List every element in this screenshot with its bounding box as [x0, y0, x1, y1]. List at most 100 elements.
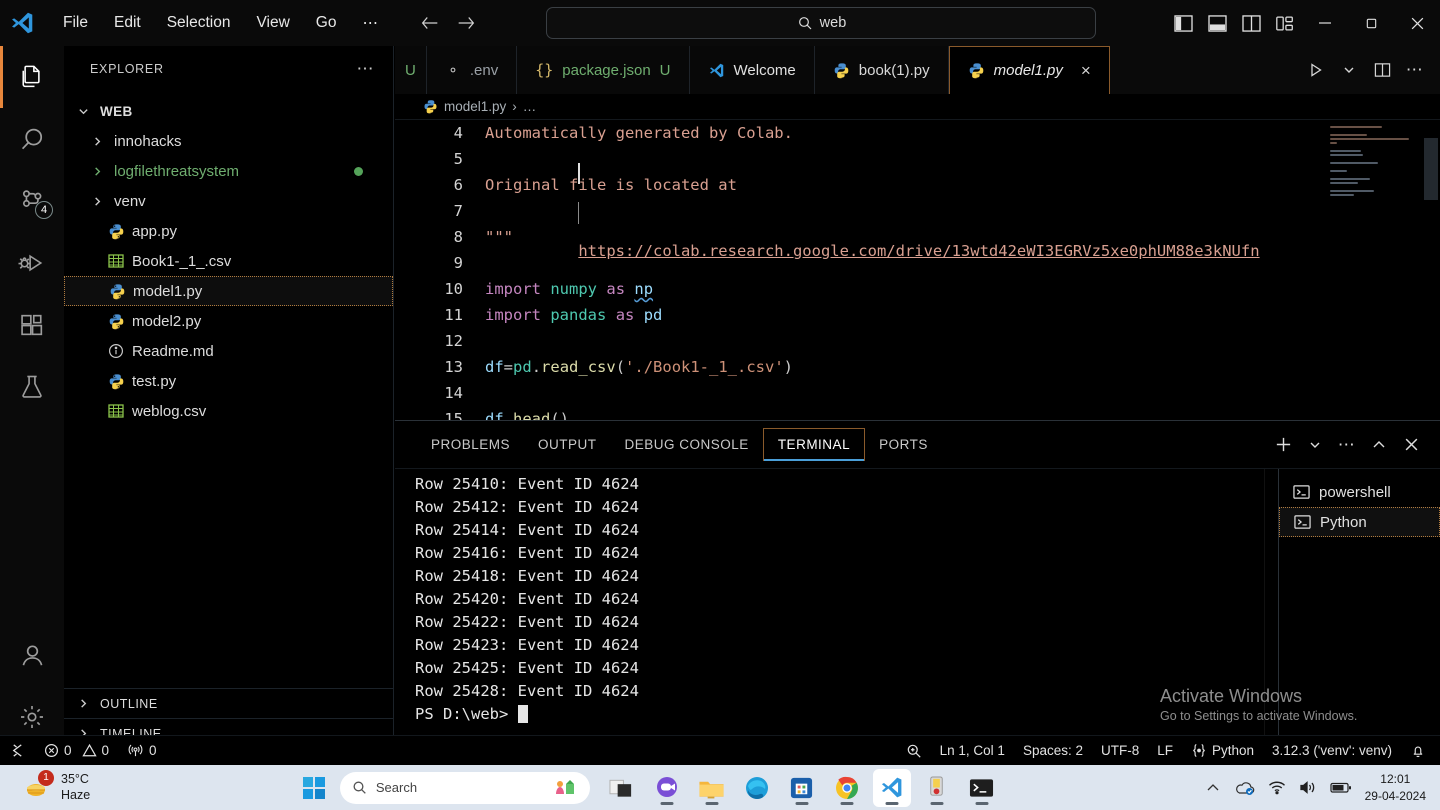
code-line: 13 df=pd.read_csv('./Book1-_1_.csv')	[395, 354, 1440, 380]
tree-item-app-py[interactable]: app.py	[64, 216, 393, 246]
cursor-position[interactable]: Ln 1, Col 1	[931, 736, 1014, 766]
editor-zoom-button[interactable]	[897, 736, 931, 766]
tree-item-weblog-csv[interactable]: weblog.csv	[64, 396, 393, 426]
terminal-instance-powershell[interactable]: powershell	[1279, 477, 1440, 507]
tree-item-innohacks[interactable]: innohacks	[64, 126, 393, 156]
chrome-icon[interactable]	[828, 769, 866, 807]
panel-more-actions-icon[interactable]: ⋯	[1332, 430, 1362, 460]
terminal-output[interactable]: Row 25410: Event ID 4624 Row 25412: Even…	[395, 469, 1264, 749]
terminal-dropdown-icon[interactable]	[1300, 430, 1330, 460]
windows-start-icon[interactable]	[295, 769, 333, 807]
language-mode[interactable]: Python	[1182, 736, 1263, 766]
file-explorer-icon[interactable]	[693, 769, 731, 807]
weather-widget[interactable]: 1 35°C Haze	[0, 769, 90, 803]
panel-tab-output[interactable]: OUTPUT	[524, 429, 611, 460]
activity-run-debug[interactable]	[0, 232, 64, 294]
terminal-scrollbar[interactable]	[1264, 469, 1278, 749]
tree-item-venv[interactable]: venv	[64, 186, 393, 216]
menu-go[interactable]: Go	[303, 10, 350, 36]
editor-tab-welcome[interactable]: Welcome	[689, 46, 815, 94]
tab-close-icon[interactable]: ×	[1081, 61, 1091, 81]
activity-accounts[interactable]	[0, 624, 64, 686]
widgets-icon[interactable]	[552, 778, 578, 798]
menu-edit[interactable]: Edit	[101, 10, 154, 36]
python-idle-icon[interactable]	[918, 769, 956, 807]
breadcrumb-file[interactable]: model1.py	[444, 99, 506, 114]
toggle-primary-sidebar-icon[interactable]	[1166, 6, 1200, 40]
panel-tab-debug-console[interactable]: DEBUG CONSOLE	[611, 429, 763, 460]
new-terminal-icon[interactable]	[1268, 430, 1298, 460]
editor-tab-model1-py[interactable]: model1.py ×	[948, 46, 1110, 94]
run-python-file-icon[interactable]	[1301, 55, 1331, 85]
volume-icon[interactable]	[1299, 780, 1317, 795]
menu-file[interactable]: File	[50, 10, 101, 36]
remote-window-button[interactable]	[0, 736, 35, 766]
ports-status[interactable]: 0	[118, 736, 166, 766]
tree-item-readme-md[interactable]: Readme.md	[64, 336, 393, 366]
minimap-slider[interactable]	[1424, 138, 1438, 200]
tree-root-web[interactable]: WEB	[64, 96, 393, 126]
taskview-icon[interactable]	[603, 769, 641, 807]
menu-view[interactable]: View	[243, 10, 302, 36]
editor-tab-env[interactable]: .env	[426, 46, 518, 94]
explorer-more-icon[interactable]: ⋯	[357, 59, 376, 79]
tree-item-model1-py[interactable]: model1.py	[64, 276, 393, 306]
tree-item-model2-py[interactable]: model2.py	[64, 306, 393, 336]
customize-layout-icon[interactable]	[1268, 6, 1302, 40]
activity-search[interactable]	[0, 108, 64, 170]
editor-tab-book1-py[interactable]: book(1).py	[814, 46, 949, 94]
vscode-icon[interactable]	[872, 768, 911, 807]
battery-icon[interactable]	[1330, 781, 1352, 794]
terminal-line: Row 25428: Event ID 4624	[415, 682, 639, 700]
code-editor[interactable]: 4 Automatically generated by Colab. 5 6 …	[395, 120, 1440, 420]
command-center[interactable]: web	[546, 7, 1097, 39]
close-button[interactable]	[1394, 0, 1440, 46]
panel-tab-ports[interactable]: PORTS	[865, 429, 942, 460]
colab-url-link[interactable]: https://colab.research.google.com/drive/…	[578, 242, 1259, 260]
python-interpreter[interactable]: 3.12.3 ('venv': venv)	[1263, 736, 1401, 766]
encoding-setting[interactable]: UTF-8	[1092, 736, 1148, 766]
activity-testing[interactable]	[0, 356, 64, 418]
panel-tab-problems[interactable]: PROBLEMS	[417, 429, 524, 460]
arrow-right-icon[interactable]	[455, 12, 477, 34]
show-hidden-icons[interactable]	[1206, 781, 1220, 795]
copilot-icon[interactable]	[648, 769, 686, 807]
taskbar-clock[interactable]: 12:01 29-04-2024	[1365, 771, 1426, 803]
tree-item-test-py[interactable]: test.py	[64, 366, 393, 396]
store-icon[interactable]	[783, 769, 821, 807]
tree-item-logfilethreatsystem[interactable]: logfilethreatsystem	[64, 156, 393, 186]
editor-more-actions-icon[interactable]: ⋯	[1400, 55, 1430, 85]
problems-status[interactable]: 0 0	[35, 736, 118, 766]
maximize-button[interactable]	[1348, 0, 1394, 46]
toggle-secondary-sidebar-icon[interactable]	[1234, 6, 1268, 40]
notifications-bell-icon[interactable]	[1401, 736, 1440, 766]
minimize-button[interactable]	[1302, 0, 1348, 46]
maximize-panel-icon[interactable]	[1364, 430, 1394, 460]
toggle-panel-icon[interactable]	[1200, 6, 1234, 40]
run-dropdown-icon[interactable]	[1334, 55, 1364, 85]
section-outline[interactable]: OUTLINE	[64, 688, 393, 718]
terminal-instance-python[interactable]: Python	[1279, 507, 1440, 537]
tree-item-label: Book1-_1_.csv	[132, 252, 232, 270]
editor-tab-cutoff[interactable]: U	[395, 46, 427, 94]
breadcrumb-rest[interactable]: …	[523, 99, 537, 114]
menu-selection[interactable]: Selection	[154, 10, 244, 36]
close-panel-icon[interactable]	[1396, 430, 1426, 460]
minimap[interactable]	[1330, 120, 1438, 420]
menu-more[interactable]: ⋯	[349, 10, 391, 37]
taskbar-search[interactable]: Search	[339, 771, 590, 804]
activity-extensions[interactable]	[0, 294, 64, 356]
onedrive-icon[interactable]	[1233, 780, 1255, 796]
activity-source-control[interactable]: 4	[0, 170, 64, 232]
terminal-icon[interactable]	[963, 769, 1001, 807]
arrow-left-icon[interactable]	[419, 12, 441, 34]
split-editor-icon[interactable]	[1367, 55, 1397, 85]
activity-explorer[interactable]	[0, 46, 64, 108]
tree-item-book1-csv[interactable]: Book1-_1_.csv	[64, 246, 393, 276]
edge-icon[interactable]	[738, 769, 776, 807]
editor-tab-package-json[interactable]: {} package.json U	[517, 46, 690, 94]
panel-tab-terminal[interactable]: TERMINAL	[762, 428, 866, 461]
wifi-icon[interactable]	[1268, 780, 1286, 795]
eol-setting[interactable]: LF	[1148, 736, 1182, 766]
indentation-setting[interactable]: Spaces: 2	[1014, 736, 1092, 766]
